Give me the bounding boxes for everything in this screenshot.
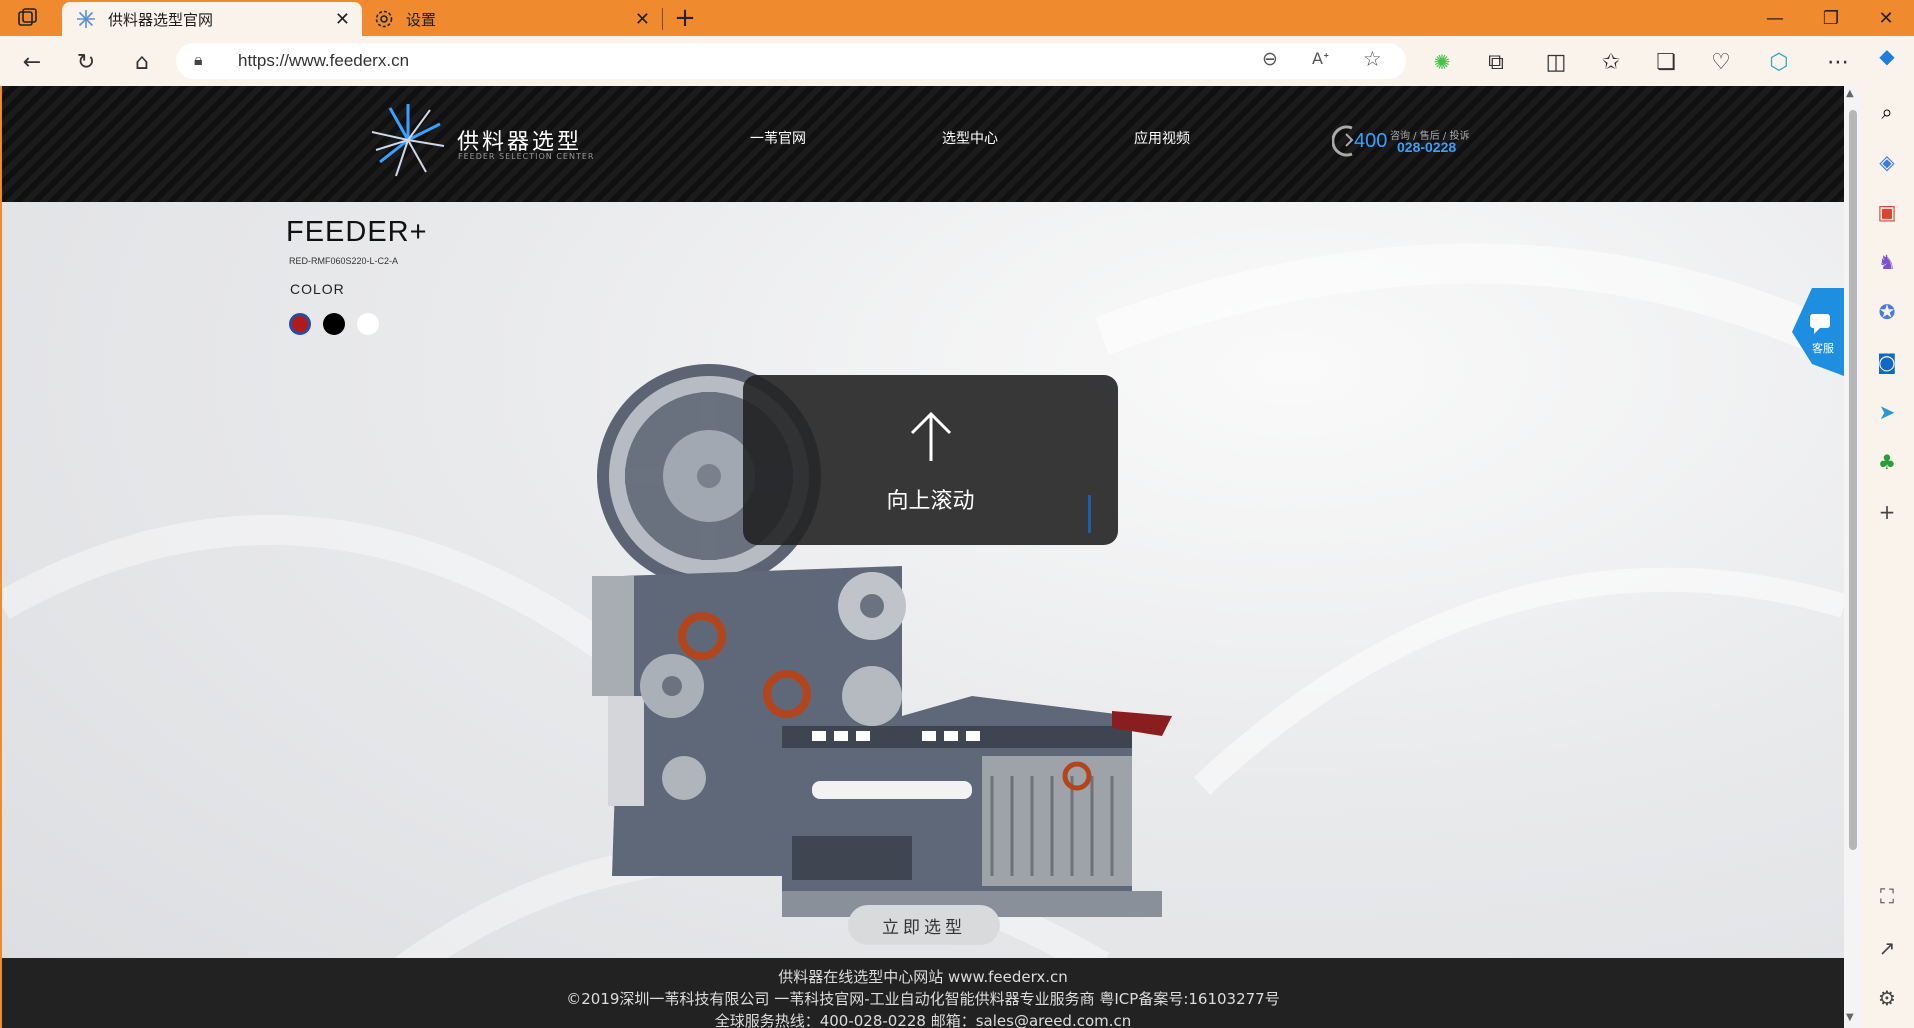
tab-feeder-site[interactable]: 供料器选型官网 ✕ (62, 2, 362, 36)
copilot-extension-icon[interactable]: ⬡ (1763, 46, 1795, 78)
logo-subtitle: FEEDER SELECTION CENTER (458, 152, 595, 161)
color-swatch-black[interactable] (323, 313, 345, 335)
site-header: 供料器选型 FEEDER SELECTION CENTER 一苇官网 选型中心 … (2, 86, 1844, 202)
sidebar-settings-icon[interactable]: ⚙ (1873, 984, 1901, 1012)
open-external-icon[interactable]: ↗ (1873, 934, 1901, 962)
browser-tab-bar: 供料器选型官网 ✕ 设置 ✕ + — ❐ ✕ (0, 0, 1914, 36)
footer-line-2: ©2019深圳一苇科技有限公司 一苇科技官网-工业自动化智能供料器专业服务商 粤… (566, 990, 1280, 1008)
product-title: FEEDER+ (286, 216, 428, 248)
maximize-button[interactable]: ❐ (1803, 0, 1859, 36)
home-icon[interactable]: ⌂ (126, 46, 158, 78)
more-menu-icon[interactable]: ⋯ (1822, 46, 1854, 78)
edge-sidebar: ◆ ⌕ ◈ ▣ ♞ ✪ ◙ ➤ ♣ + ⛶ ↗ ⚙ (1860, 36, 1914, 1028)
footer-line-1: 供料器在线选型中心网站 www.feederx.cn (778, 968, 1068, 986)
product-model: RED-RMF060S220-L-C2-A (289, 256, 399, 266)
workspaces-icon[interactable] (16, 6, 40, 30)
site-footer: 供料器在线选型中心网站 www.feederx.cn ©2019深圳一苇科技有限… (2, 958, 1844, 1028)
scroll-down-arrow-icon[interactable]: ▼ (1846, 1012, 1854, 1023)
site-favicon-icon (74, 7, 98, 31)
shopping-tag-icon[interactable]: ◈ (1873, 148, 1901, 176)
tree-icon[interactable]: ♣ (1873, 448, 1901, 476)
service-label: 客服 (1812, 342, 1834, 355)
logo-icon[interactable] (368, 102, 448, 178)
web-page: 供料器选型 FEEDER SELECTION CENTER 一苇官网 选型中心 … (2, 86, 1844, 1028)
lock-icon[interactable]: 🔒︎ (194, 50, 203, 70)
scroll-indicator (1088, 495, 1091, 533)
footer-line-3: 全球服务热线：400-028-0228 邮箱：sales@areed.com.c… (714, 1012, 1132, 1028)
extensions-icon[interactable]: ⧉ (1480, 46, 1512, 78)
arrow-up-icon (908, 411, 954, 463)
extension-lime-icon[interactable]: ✺ (1426, 46, 1458, 78)
address-bar[interactable]: 🔒︎ https://www.feederx.cn ⊖ Aᐩ ☆ (176, 43, 1406, 79)
tools-icon[interactable]: ▣ (1873, 198, 1901, 226)
color-swatch-red[interactable] (289, 313, 311, 335)
add-app-icon[interactable]: + (1873, 498, 1901, 526)
tab-title: 设置 (406, 10, 437, 29)
hotline-number: 028-0228 (1397, 139, 1457, 155)
screenshot-icon[interactable]: ⛶ (1873, 882, 1901, 910)
minimize-button[interactable]: — (1747, 0, 1803, 36)
color-swatch-white[interactable] (357, 313, 379, 335)
refresh-icon[interactable]: ↻ (70, 46, 102, 78)
scrollbar-thumb[interactable] (1849, 110, 1857, 850)
search-icon[interactable]: ⌕ (1873, 98, 1901, 126)
hotline-prefix: 400 (1354, 130, 1388, 152)
tab-title: 供料器选型官网 (108, 10, 214, 29)
color-label: COLOR (290, 281, 345, 297)
send-icon[interactable]: ➤ (1873, 398, 1901, 426)
split-screen-icon[interactable]: ◫ (1540, 46, 1572, 78)
nav-link-selection-center[interactable]: 选型中心 (942, 128, 998, 148)
copilot-icon[interactable]: ◆ (1873, 42, 1901, 70)
close-window-button[interactable]: ✕ (1858, 0, 1914, 36)
close-tab-icon[interactable]: ✕ (635, 9, 650, 30)
games-icon[interactable]: ♞ (1873, 248, 1901, 276)
url-text[interactable]: https://www.feederx.cn (238, 51, 409, 71)
customer-service-widget[interactable]: 客服 (1792, 288, 1844, 376)
scroll-up-arrow-icon[interactable]: ▲ (1846, 88, 1854, 99)
scroll-up-overlay[interactable]: 向上滚动 (743, 375, 1118, 545)
collections-icon[interactable]: ❏ (1650, 46, 1682, 78)
tab-divider (662, 8, 663, 30)
browser-essentials-icon[interactable]: ♡ (1705, 46, 1737, 78)
gear-icon (372, 7, 396, 31)
select-now-button[interactable]: 立即选型 (848, 905, 1000, 945)
favorite-star-icon[interactable]: ☆ (1363, 47, 1382, 71)
microsoft365-icon[interactable]: ✪ (1873, 298, 1901, 326)
favorites-icon[interactable]: ✩ (1595, 46, 1627, 78)
read-aloud-icon[interactable]: Aᐩ (1312, 49, 1329, 68)
scroll-up-text: 向上滚动 (886, 489, 975, 514)
back-icon[interactable]: ← (16, 46, 48, 78)
tab-settings[interactable]: 设置 ✕ (362, 2, 662, 36)
new-tab-button[interactable]: + (670, 4, 700, 32)
close-tab-icon[interactable]: ✕ (335, 9, 350, 30)
nav-link-videos[interactable]: 应用视频 (1134, 128, 1190, 148)
outlook-icon[interactable]: ◙ (1873, 348, 1901, 376)
zoom-icon[interactable]: ⊖ (1262, 48, 1278, 70)
nav-link-official-site[interactable]: 一苇官网 (750, 128, 806, 148)
